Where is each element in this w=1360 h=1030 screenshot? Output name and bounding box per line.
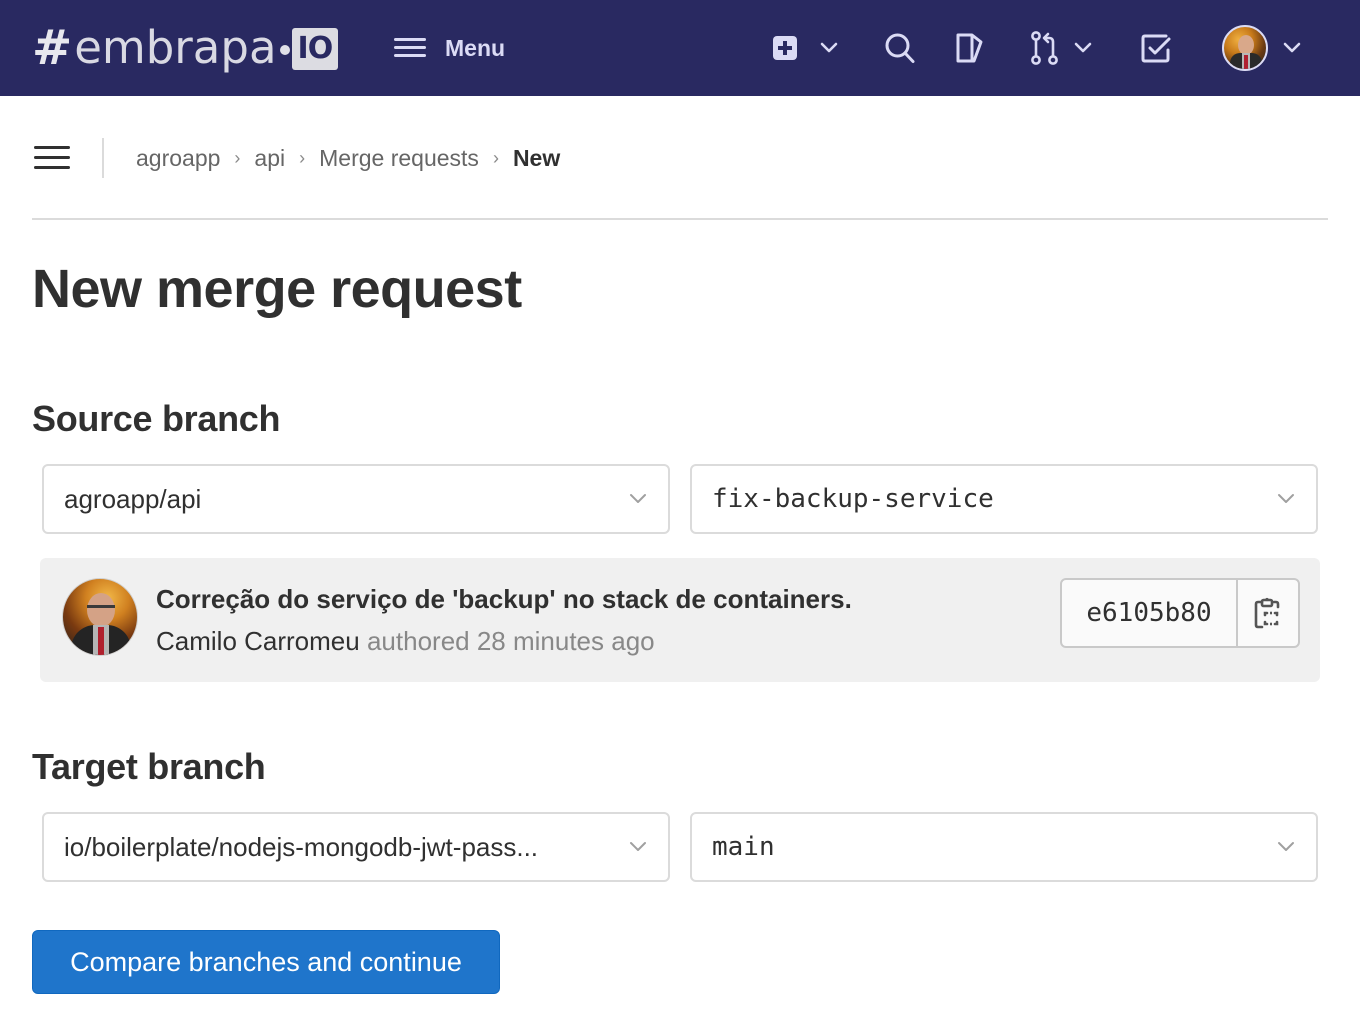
chevron-down-icon [1278, 842, 1294, 851]
sidebar-toggle-button[interactable] [34, 146, 70, 172]
chevron-down-icon [1278, 494, 1294, 503]
logo-hash: # [32, 20, 73, 76]
source-project-value: agroapp/api [64, 483, 202, 514]
copy-sha-button[interactable] [1238, 580, 1298, 646]
target-branch-heading: Target branch [32, 746, 266, 787]
commit-meta: Camilo Carromeu authored 28 minutes ago [156, 626, 655, 657]
breadcrumb-separator: › [299, 147, 306, 168]
breadcrumb-item-merge-requests[interactable]: Merge requests [319, 145, 479, 172]
target-branch-value: main [712, 832, 775, 862]
breadcrumb-separator: › [234, 147, 241, 168]
issues-icon [956, 33, 983, 63]
breadcrumb: agroapp › api › Merge requests › New [136, 142, 560, 174]
source-commit-card: Correção do serviço de 'backup' no stack… [40, 558, 1320, 682]
commit-author-avatar[interactable] [62, 578, 138, 656]
source-branch-value: fix-backup-service [712, 484, 994, 514]
target-project-value: io/boilerplate/nodejs-mongodb-jwt-pass..… [64, 831, 539, 862]
compare-branches-button[interactable]: Compare branches and continue [32, 930, 500, 994]
target-branch-select[interactable]: main [690, 812, 1318, 882]
top-navbar: # embrapa IO Menu [0, 0, 1360, 96]
embrapa-io-logo[interactable]: # embrapa IO [32, 20, 339, 76]
merge-requests-dropdown[interactable] [1030, 26, 1092, 70]
logo-io-badge: IO [291, 28, 339, 70]
chevron-down-icon [1283, 42, 1301, 53]
merge-request-icon [1031, 31, 1058, 65]
breadcrumb-item-new: New [512, 144, 561, 171]
chevron-down-icon [820, 42, 838, 53]
breadcrumb-bar: agroapp › api › Merge requests › New [32, 124, 1328, 220]
copy-to-clipboard-icon [1254, 597, 1280, 629]
search-button[interactable] [884, 26, 916, 70]
logo-dot [279, 45, 290, 55]
user-avatar[interactable] [1222, 25, 1268, 71]
commit-time: authored 28 minutes ago [366, 626, 655, 656]
source-project-select[interactable]: agroapp/api [42, 464, 670, 534]
chevron-down-icon [1074, 42, 1092, 53]
source-branch-heading: Source branch [32, 398, 281, 439]
chevron-down-icon [630, 494, 646, 503]
source-branch-select[interactable]: fix-backup-service [690, 464, 1318, 534]
hamburger-icon [394, 37, 428, 59]
todos-button[interactable] [1140, 26, 1172, 70]
page-title: New merge request [32, 259, 522, 319]
main-menu-button[interactable]: Menu [394, 30, 505, 66]
menu-label: Menu [445, 34, 506, 61]
divider [102, 138, 104, 178]
breadcrumb-item-api[interactable]: api [254, 145, 285, 172]
commit-sha[interactable]: e6105b80 [1062, 580, 1238, 646]
create-new-dropdown[interactable] [772, 26, 838, 70]
plus-square-icon [773, 36, 797, 60]
user-menu-dropdown[interactable] [1283, 26, 1301, 70]
breadcrumb-separator: › [492, 147, 499, 168]
todo-checkbox-icon [1141, 34, 1171, 63]
commit-title[interactable]: Correção do serviço de 'backup' no stack… [156, 584, 852, 615]
chevron-down-icon [630, 842, 646, 851]
target-project-select[interactable]: io/boilerplate/nodejs-mongodb-jwt-pass..… [42, 812, 670, 882]
commit-sha-group: e6105b80 [1060, 578, 1300, 648]
issues-button[interactable] [954, 26, 984, 70]
commit-author-link[interactable]: Camilo Carromeu [156, 626, 360, 656]
search-icon [885, 33, 915, 63]
logo-wordmark: embrapa [74, 20, 277, 74]
breadcrumb-item-agroapp[interactable]: agroapp [136, 145, 220, 172]
